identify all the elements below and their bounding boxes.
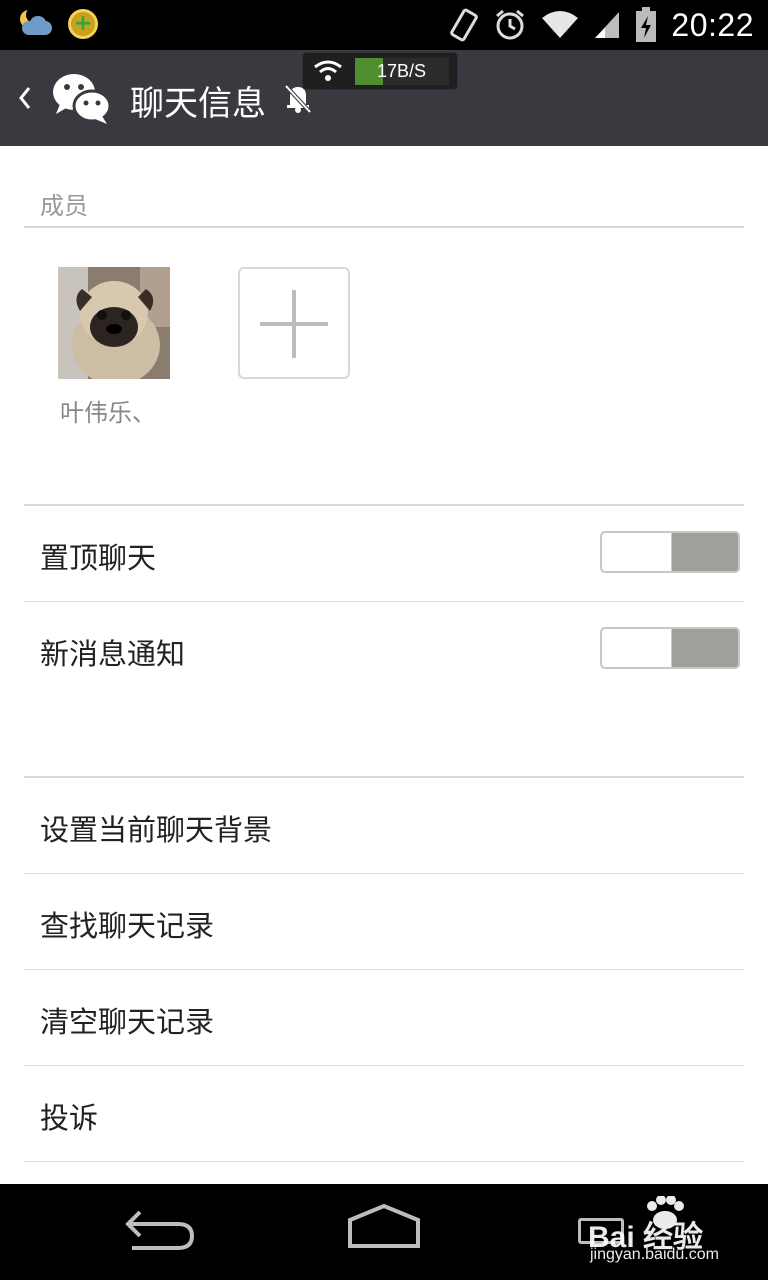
network-speed-text: 17B/S [377, 61, 427, 81]
signal-icon [595, 12, 620, 38]
search-chat-history-item[interactable]: 查找聊天记录 [40, 903, 214, 945]
app-plus-icon: + [68, 9, 98, 39]
divider [24, 776, 744, 778]
report-item[interactable]: 投诉 [40, 1095, 98, 1137]
new-message-notify-label: 新消息通知 [40, 637, 186, 671]
baidu-jingyan-watermark: Bai 经验 jingyan.baidu.com [588, 1196, 758, 1276]
wifi-icon [314, 60, 342, 81]
divider [24, 873, 744, 874]
avatar[interactable] [58, 267, 170, 379]
back-arrow-icon[interactable] [120, 1204, 200, 1254]
battery-charging-icon [636, 7, 657, 42]
member-item[interactable]: 叶伟乐、 [58, 267, 170, 427]
wifi-icon [542, 11, 579, 38]
new-message-notify-toggle[interactable] [600, 627, 740, 669]
divider [24, 504, 744, 506]
chevron-left-icon[interactable] [18, 82, 40, 114]
alarm-icon [496, 9, 525, 40]
status-bar: + 20:22 [0, 0, 768, 50]
clear-chat-history-item[interactable]: 清空聊天记录 [40, 999, 214, 1041]
page-title: 聊天信息 [130, 84, 266, 124]
pin-chat-label: 置顶聊天 [40, 541, 157, 575]
status-time: 20:22 [671, 6, 754, 43]
vibrate-icon [450, 8, 479, 42]
members-section-header: 成员 [40, 192, 88, 220]
member-name: 叶伟乐、 [60, 399, 156, 427]
home-icon[interactable] [344, 1200, 424, 1250]
watermark-url: jingyan.baidu.com [590, 1246, 719, 1263]
divider [24, 1161, 744, 1162]
wechat-icon[interactable] [50, 70, 112, 126]
divider [24, 601, 744, 602]
divider [24, 226, 744, 228]
divider [24, 1065, 744, 1066]
pin-chat-toggle[interactable] [600, 531, 740, 573]
weather-icon [18, 7, 54, 40]
network-speed-overlay: 17B/S [302, 52, 458, 90]
divider [24, 969, 744, 970]
set-chat-background-item[interactable]: 设置当前聊天背景 [40, 807, 272, 849]
add-member-button[interactable] [238, 267, 350, 379]
